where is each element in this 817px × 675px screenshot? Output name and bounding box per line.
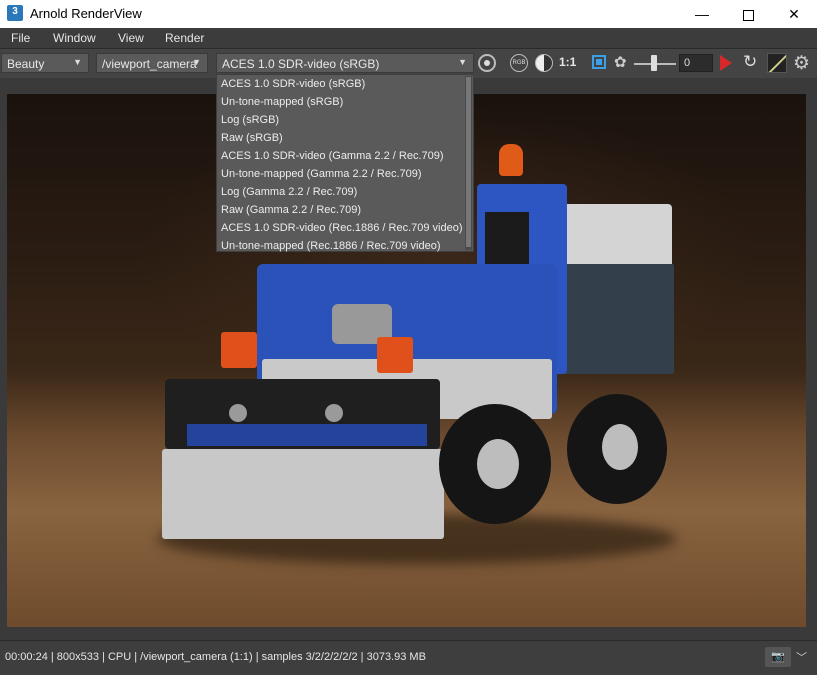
view-transform-dropdown: ACES 1.0 SDR-video (sRGB) Un-tone-mapped… [216, 74, 474, 252]
ab-compare-icon[interactable] [535, 54, 553, 72]
view-transform-select[interactable]: ACES 1.0 SDR-video (sRGB) ▼ [216, 53, 474, 73]
menu-file[interactable]: File [11, 31, 30, 45]
status-bar: 00:00:24 | 800x533 | CPU | /viewport_cam… [0, 640, 817, 675]
dropdown-item[interactable]: Raw (sRGB) [217, 129, 473, 147]
exposure-input[interactable]: 0 [679, 54, 713, 72]
dropdown-item[interactable]: Un-tone-mapped (sRGB) [217, 93, 473, 111]
dropdown-item[interactable]: Un-tone-mapped (Gamma 2.2 / Rec.709) [217, 165, 473, 183]
plow-bolt [325, 404, 343, 422]
camera-value: /viewport_camera [102, 57, 197, 71]
play-icon[interactable] [720, 55, 732, 71]
aov-select[interactable]: Beauty ▼ [1, 53, 89, 73]
chevron-down-icon: ▼ [458, 57, 467, 67]
window-title: Arnold RenderView [30, 6, 142, 21]
plow-bolt [229, 404, 247, 422]
dropdown-item[interactable]: Un-tone-mapped (Rec.1886 / Rec.709 video… [217, 237, 473, 255]
crop-region-icon[interactable] [592, 55, 606, 69]
dropdown-scrollbar[interactable] [465, 76, 472, 250]
hub-rear [602, 424, 638, 470]
plow-stripe [187, 424, 427, 446]
view-transform-value: ACES 1.0 SDR-video (sRGB) [222, 57, 380, 71]
status-text: 00:00:24 | 800x533 | CPU | /viewport_cam… [5, 651, 426, 663]
dropdown-item[interactable]: Log (Gamma 2.2 / Rec.709) [217, 183, 473, 201]
dropdown-scrollbar-thumb[interactable] [466, 77, 471, 247]
menu-bar: File Window View Render [0, 28, 817, 49]
maximize-button[interactable] [725, 0, 771, 28]
chevron-down-icon[interactable]: ﹀ [796, 649, 807, 665]
truck-bed-side [562, 264, 674, 374]
truck-beacon [499, 144, 523, 176]
debug-shading-icon[interactable] [767, 53, 787, 73]
dropdown-item[interactable]: Log (sRGB) [217, 111, 473, 129]
minimize-button[interactable]: — [679, 0, 725, 28]
hub-front [477, 439, 519, 489]
chevron-down-icon: ▼ [192, 57, 201, 67]
settings-icon[interactable]: ⚙ [793, 52, 810, 75]
dropdown-item[interactable]: ACES 1.0 SDR-video (sRGB) [217, 75, 473, 93]
dropdown-item[interactable]: ACES 1.0 SDR-video (Gamma 2.2 / Rec.709) [217, 147, 473, 165]
app-icon: 3 [7, 5, 23, 21]
menu-render[interactable]: Render [165, 31, 204, 45]
truck-cab-window [485, 212, 529, 272]
plow-blade [162, 449, 444, 539]
title-bar: 3 Arnold RenderView — ✕ [0, 0, 817, 28]
aov-value: Beauty [7, 57, 45, 71]
maximize-icon [742, 9, 754, 21]
refresh-icon[interactable]: ↻ [743, 52, 757, 72]
truck-light-right [377, 337, 413, 373]
exposure-slider-thumb[interactable] [651, 55, 657, 71]
camera-select[interactable]: /viewport_camera ▼ [96, 53, 208, 73]
menu-view[interactable]: View [118, 31, 144, 45]
close-button[interactable]: ✕ [771, 0, 817, 28]
isolate-icon[interactable]: ✿ [614, 53, 627, 71]
truck-light-left [221, 332, 257, 368]
menu-window[interactable]: Window [53, 31, 96, 45]
zoom-1to1-button[interactable]: 1:1 [559, 55, 576, 69]
app-icon-label: 3 [12, 6, 18, 17]
snapshot-camera-icon[interactable]: 📷 [765, 647, 791, 667]
dropdown-item[interactable]: Raw (Gamma 2.2 / Rec.709) [217, 201, 473, 219]
rgb-icon[interactable]: RGB [510, 54, 528, 72]
dropdown-item[interactable]: ACES 1.0 SDR-video (Rec.1886 / Rec.709 v… [217, 219, 473, 237]
channel-ring-icon[interactable] [478, 54, 496, 72]
chevron-down-icon: ▼ [73, 57, 82, 67]
